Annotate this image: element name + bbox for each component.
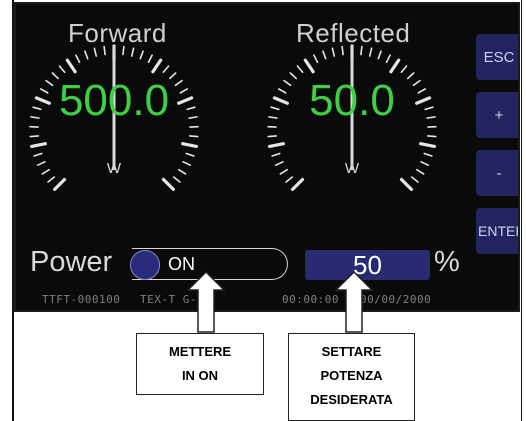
forward-gauge-tick xyxy=(147,54,153,64)
reflected-gauge-tick xyxy=(416,168,425,175)
forward-gauge-tick xyxy=(53,177,67,191)
toggle-callout-line-2: IN ON xyxy=(181,368,219,383)
forward-gauge-tick xyxy=(122,45,125,56)
forward-gauge-tick xyxy=(161,177,175,191)
toggle-callout: METTERE IN ON xyxy=(136,333,264,395)
forward-gauge-tick xyxy=(162,65,170,74)
reflected-gauge-tick xyxy=(267,135,278,138)
reflected-gauge-tick xyxy=(420,161,430,166)
forward-power-value: 500.0 xyxy=(58,76,170,125)
reflected-gauge-tick xyxy=(268,142,285,148)
time-text: 00:00:00 xyxy=(282,293,339,306)
reflected-gauge-tick xyxy=(303,58,315,74)
forward-gauge-tick xyxy=(30,142,47,148)
forward-gauge-tick xyxy=(29,135,40,138)
setpoint-callout-line-1: SETTARE xyxy=(321,344,382,359)
device-screen: Forward 500.0 W Reflected 50.0 W ESC + -… xyxy=(14,2,520,312)
reflected-unit-label: W xyxy=(344,160,360,177)
reflected-gauge-tick xyxy=(389,58,401,74)
device-id-text: TTFT-000100 xyxy=(42,293,121,306)
reflected-gauge-tick xyxy=(399,177,413,191)
forward-gauge-tick xyxy=(188,135,199,138)
forward-gauge-tick xyxy=(172,176,181,183)
reflected-gauge-tick xyxy=(400,65,408,74)
forward-gauge-tick xyxy=(182,161,192,166)
reflected-gauge-dial xyxy=(267,44,437,191)
setpoint-callout-line-2: POTENZA xyxy=(320,368,383,383)
setpoint-callout: SETTARE POTENZA DESIDERATA xyxy=(288,333,415,421)
reflected-gauge-tick xyxy=(419,142,436,148)
forward-gauge-tick xyxy=(181,142,198,148)
forward-gauge-tick xyxy=(41,168,50,175)
esc-button[interactable]: ESC xyxy=(476,34,518,80)
forward-gauge-tick xyxy=(103,45,106,56)
reflected-gauge-tick xyxy=(291,177,305,191)
setpoint-callout-line-3: DESIDERATA xyxy=(310,392,393,407)
forward-unit-label: W xyxy=(106,160,122,177)
reflected-gauge-tick xyxy=(331,47,336,57)
forward-gauge-tick xyxy=(84,50,89,60)
reflected-gauge-tick xyxy=(410,176,419,183)
forward-gauge-tick xyxy=(65,58,77,74)
reflected-gauge-tick xyxy=(285,176,294,183)
forward-gauge-tick xyxy=(139,50,144,60)
power-label: Power xyxy=(30,246,113,278)
forward-gauge-tick xyxy=(75,54,81,64)
forward-gauge-tick xyxy=(93,47,98,57)
reflected-gauge-tick xyxy=(423,152,433,157)
reflected-gauge-tick xyxy=(360,45,363,56)
toggle-callout-line-1: METTERE xyxy=(168,344,232,359)
reflected-gauge-tick xyxy=(368,47,373,57)
reflected-gauge-tick xyxy=(313,54,319,64)
reflected-gauge-tick xyxy=(426,135,437,138)
percent-unit-label: % xyxy=(434,246,460,278)
enter-button[interactable]: ENTER xyxy=(476,208,518,254)
decrease-button[interactable]: - xyxy=(476,150,518,196)
forward-gauge-tick xyxy=(185,152,195,157)
forward-gauge-tick xyxy=(33,152,43,157)
forward-gauge-tick xyxy=(151,58,163,74)
reflected-gauge-tick xyxy=(279,168,288,175)
reflected-gauge-tick xyxy=(322,50,327,60)
reflected-power-value: 50.0 xyxy=(309,76,395,125)
setpoint-arrow xyxy=(334,271,374,333)
forward-gauge-tick xyxy=(36,161,46,166)
forward-gauge-tick xyxy=(130,47,135,57)
toggle-arrow xyxy=(186,271,226,333)
forward-gauge-tick xyxy=(178,168,187,175)
reflected-gauge-tick xyxy=(385,54,391,64)
reflected-gauge-tick xyxy=(296,65,304,74)
forward-gauge-tick xyxy=(58,65,66,74)
forward-gauge-dial xyxy=(29,44,199,191)
reflected-gauge-tick xyxy=(377,50,382,60)
forward-gauge-tick xyxy=(47,176,56,183)
reflected-gauge-tick xyxy=(341,45,344,56)
increase-button[interactable]: + xyxy=(476,92,518,138)
reflected-gauge-tick xyxy=(271,152,281,157)
reflected-gauge-tick xyxy=(274,161,284,166)
toggle-knob[interactable] xyxy=(130,250,160,280)
